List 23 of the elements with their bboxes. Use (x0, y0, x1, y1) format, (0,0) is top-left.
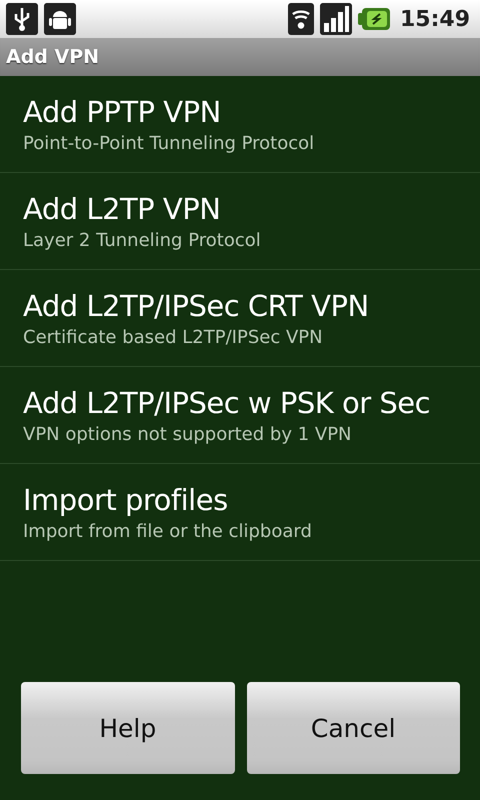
screen-title: Add VPN (6, 46, 100, 68)
item-title: Add L2TP VPN (23, 192, 222, 226)
item-subtitle: Point-to-Point Tunneling Protocol (23, 132, 316, 154)
signal-icon (320, 3, 352, 35)
item-subtitle: Layer 2 Tunneling Protocol (23, 230, 262, 250)
list-item[interactable]: Add PPTP VPN Point-to-Point Tunneling Protocol (0, 76, 480, 173)
item-subtitle: VPN options not supported by 1 VPN (23, 424, 353, 444)
list-item[interactable]: Add L2TP/IPSec CRT VPN Certificate based L2TP/IPSec VPN (0, 270, 480, 367)
help-button[interactable]: Help (21, 682, 234, 774)
item-title: Add PPTP VPN (23, 94, 222, 128)
cancel-button[interactable]: Cancel (246, 682, 460, 774)
list-item[interactable]: Import profiles Import from file or the clipboard (0, 464, 480, 561)
usb-icon (6, 3, 38, 35)
item-title: Add L2TP/IPSec w PSK or Sec (23, 386, 432, 420)
item-subtitle: Certificate based L2TP/IPSec VPN (23, 326, 324, 348)
item-subtitle: Import from file or the clipboard (23, 520, 313, 542)
item-title: Import profiles (23, 482, 229, 516)
list-item[interactable]: Add L2TP/IPSec w PSK or Sec VPN options not supported by 1 VPN (0, 367, 480, 464)
wifi-icon (288, 3, 314, 35)
list-item[interactable]: Add L2TP VPN Layer 2 Tunneling Protocol (0, 173, 480, 270)
android-icon (44, 3, 76, 35)
clock-time: 15:49 (400, 6, 470, 32)
item-title: Add L2TP/IPSec CRT VPN (23, 288, 370, 322)
